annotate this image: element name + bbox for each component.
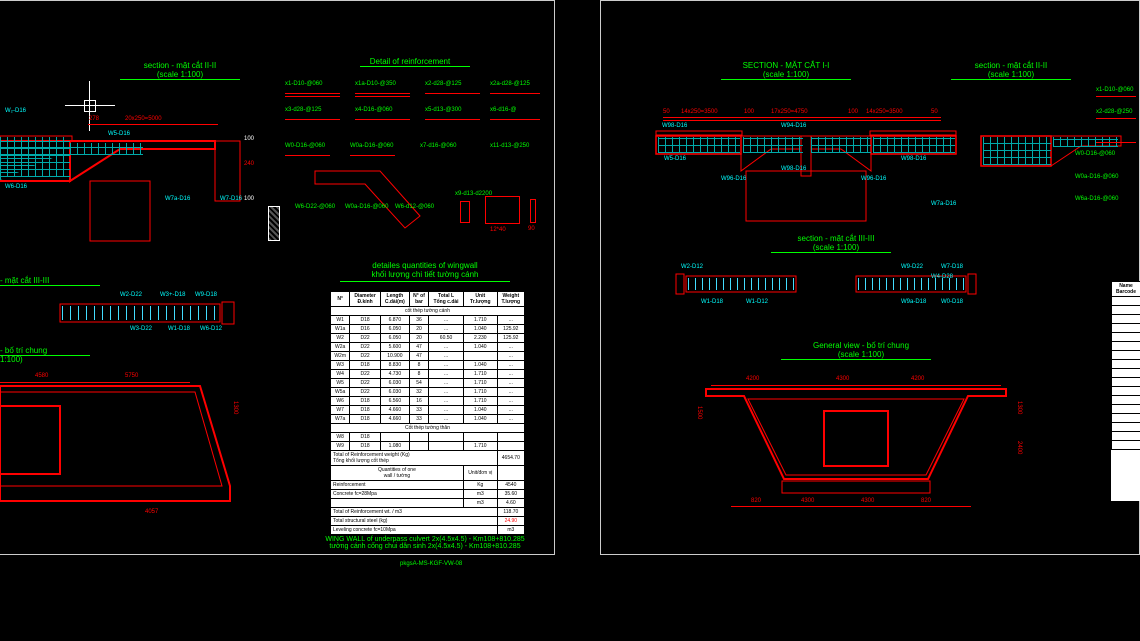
section-2-title-r: section - mặt cắt II-II (scale 1:100) bbox=[941, 61, 1081, 79]
rebar-label: x2a-d28-@125 bbox=[490, 81, 530, 87]
rebar-label: W0a-D16-@060 bbox=[345, 204, 388, 210]
drawing-sheet-left: section - mặt cắt II-II (scale 1:100) De… bbox=[0, 0, 555, 555]
cursor-box bbox=[84, 100, 96, 112]
rebar-label: x3-d28-@125 bbox=[285, 107, 321, 113]
quantity-table: N°DiameterĐ.kínhLengthC.dài(m)N° ofbarTo… bbox=[330, 291, 525, 535]
rebar-label: x6-d16-@ bbox=[490, 107, 516, 113]
cad-drawing-canvas[interactable]: { "sheet_left":{ "section_title":"sectio… bbox=[0, 0, 1140, 641]
rebar-label: x2-d28-@125 bbox=[425, 81, 461, 87]
rebar-label: x7-d16-@060 bbox=[420, 143, 456, 149]
section-1-title: SECTION - MẶT CẮT I-I (scale 1:100) bbox=[711, 61, 861, 79]
section-3-title-r: section - mặt cắt III-III (scale 1:100) bbox=[761, 234, 911, 252]
rebar-label: x1-D10-@060 bbox=[285, 81, 322, 87]
general-view-left bbox=[0, 386, 240, 536]
section-3-title: - mặt cắt III-III bbox=[0, 276, 110, 285]
rebar-label: x5-d13-@300 bbox=[425, 107, 461, 113]
rebar-label: x11-d13-@250 bbox=[490, 143, 529, 149]
drawing-code: pkgsA-MS-KGF-VW-08 bbox=[400, 561, 462, 567]
rebar-label: W0a-D16-@060 bbox=[350, 143, 393, 149]
general-view-title-r: General view - bố trí chung (scale 1:100… bbox=[776, 341, 946, 359]
sheet-bottom-title: WING WALL of underpass culvert 2x(4.5x4.… bbox=[300, 536, 550, 550]
rebar-label: x1a-D10-@350 bbox=[355, 81, 396, 87]
detail-reinforcement-title: Detail of reinforcement bbox=[340, 57, 480, 66]
section-2-title: section - mặt cắt II-II (scale 1:100) bbox=[110, 61, 250, 79]
rebar-label: W0-D16-@060 bbox=[285, 143, 325, 149]
drawing-sheet-right: SECTION - MẶT CẮT I-I (scale 1:100) sect… bbox=[600, 0, 1140, 555]
rebar-label: x4-D16-@060 bbox=[355, 107, 392, 113]
qty-title: detailes quantities of wingwallkhối lượn… bbox=[330, 261, 520, 279]
partial-table-right: NameBarcode bbox=[1111, 281, 1140, 501]
general-view-drawing-r bbox=[706, 389, 1006, 514]
